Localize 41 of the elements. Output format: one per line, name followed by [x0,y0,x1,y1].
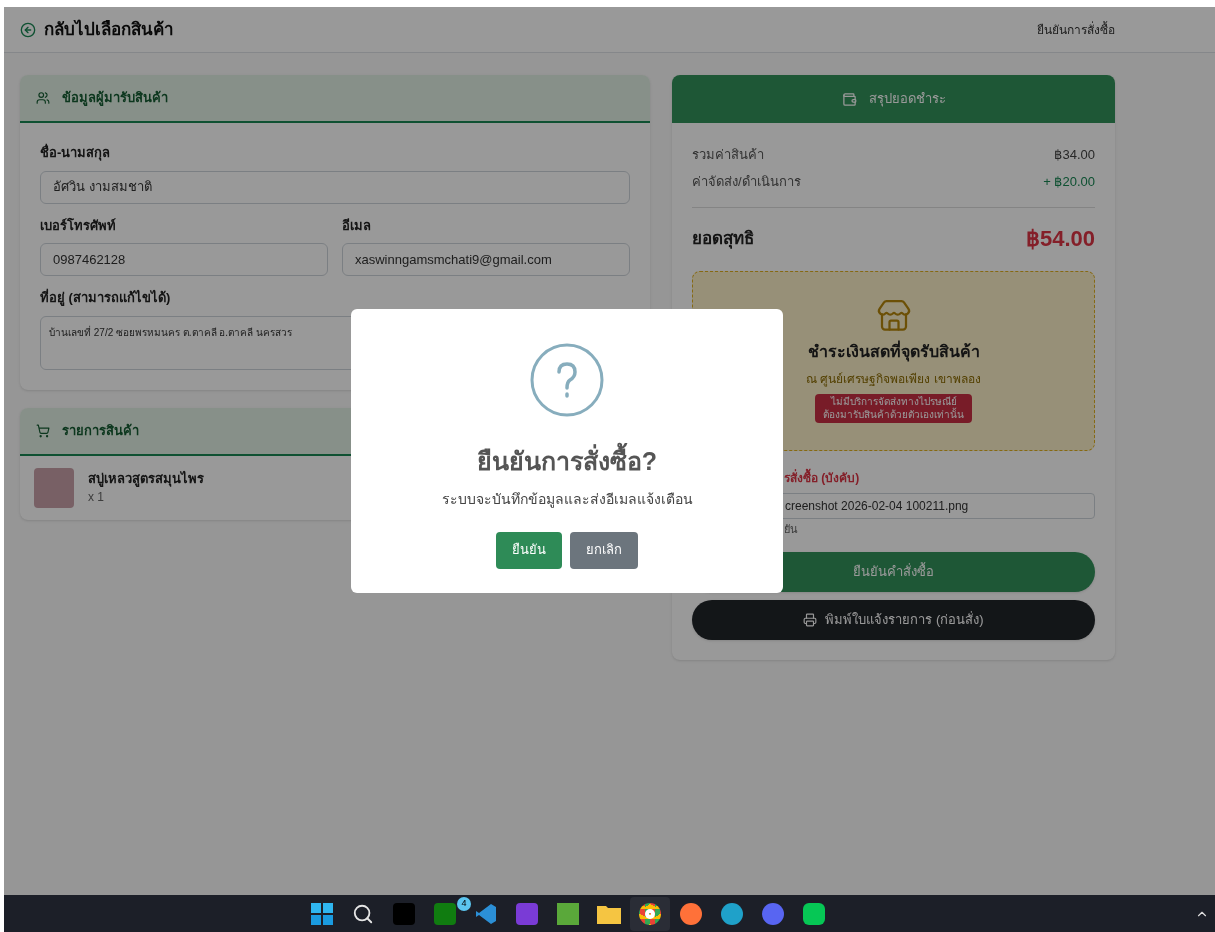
pickup-title: ชำระเงินสดที่จุดรับสินค้า [807,340,980,364]
dialog-title: ยืนยันการสั่งซื้อ? [476,443,658,481]
photo-placeholder [34,467,74,508]
upload-label: รสั่งซื้อ (บังคับ) [692,469,1095,487]
upload-hint: ยัน [783,522,799,537]
card-title: ข้อมูลผู้มารับสินค้า [62,89,168,108]
summary-amount: ฿34.00 [1054,146,1095,164]
page-title: ยืนยันการสั่งซื้อ [1037,20,1115,39]
field-label: ชื่อ-นามสกุล [40,143,112,163]
print-button[interactable]: พิมพ์ใบแจ้งรายการ (ก่อนสั่ง) [692,599,1095,640]
product-name: สบู่เหลวสูตรสมุนไพร [88,469,204,489]
dialog-message: ระบบจะบันทึกข้อมูลและส่งอีเมลแจ้งเตือน [441,489,693,510]
confirm-button[interactable]: ยืนยัน [496,531,562,569]
pickup-location: ณ ศูนย์เศรษฐกิจพอเพียง เขาพลอง [806,371,981,388]
total-label: ยอดสุทธิ [692,227,754,251]
back-link[interactable]: กลับไปเลือกสินค้า [20,16,174,43]
search-icon[interactable] [352,902,374,925]
summary-label: รวมค่าสินค้า [692,146,764,164]
question-icon [530,343,604,417]
total-amount: ฿54.00 [1025,225,1095,253]
notification-badge: 4 [457,896,471,911]
store-icon [875,298,912,334]
product-quantity: x 1 [88,489,105,507]
users-icon [36,91,50,105]
field-label: ที่อยู่ (สามารถแก้ไขได้) [40,288,172,308]
card-title: สรุปยอดชำระ [868,90,946,109]
summary-amount: + ฿20.00 [1043,173,1095,191]
input-field[interactable]: xaswinngamsmchati9@gmail.com [342,243,630,276]
windows-start-icon[interactable] [311,902,333,925]
summary-label: ค่าจัดส่ง/ดำเนินการ [692,173,801,191]
card-title: รายการสินค้า [62,421,139,440]
field-label: อีเมล [342,216,372,235]
input-field[interactable]: 0987462128 [40,243,328,276]
pickup-notice: ไม่มีบริการจัดส่งทางไปรษณีย์ ต้องมารับสินค้าด้วยตัวเองเท่านั้น [815,394,972,423]
folder-icon[interactable] [597,903,621,924]
cart-icon [36,423,50,438]
cancel-button[interactable]: ยกเลิก [570,531,638,569]
input-field[interactable]: อัศวิน งามสมชาติ [40,170,630,204]
field-label: เบอร์โทรศัพท์ [40,216,117,235]
wallet-icon [841,91,857,107]
printer-icon [803,612,818,627]
